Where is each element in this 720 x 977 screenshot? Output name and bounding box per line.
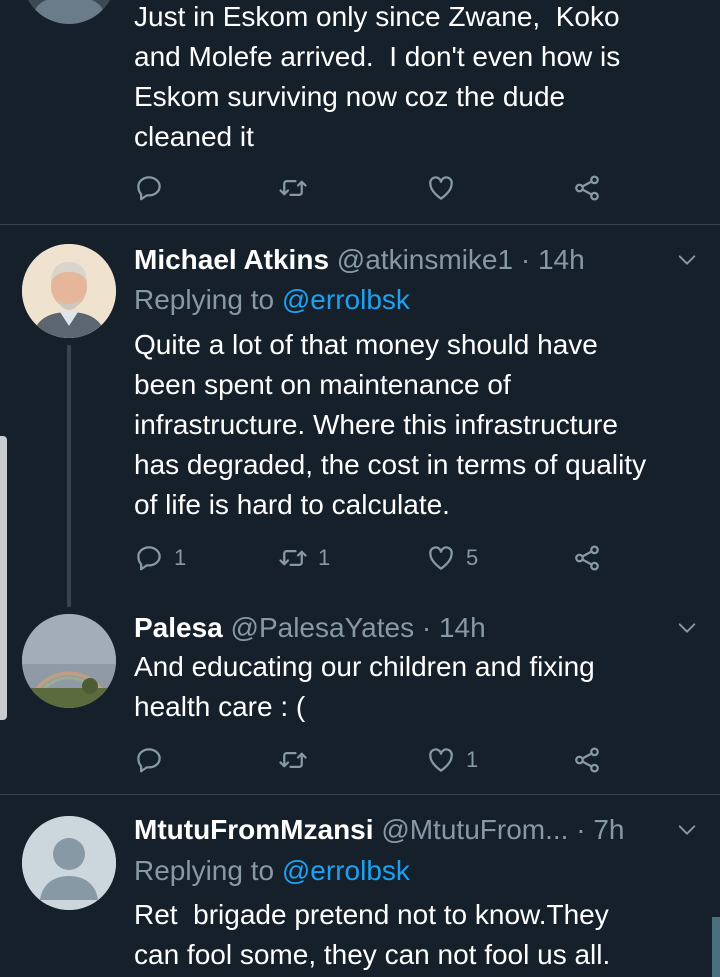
author-name[interactable]: MtutuFromMzansi xyxy=(134,814,374,845)
chevron-down-icon[interactable] xyxy=(676,617,698,639)
separator-dot: · xyxy=(520,244,531,275)
separator-dot: · xyxy=(421,612,432,643)
avatar[interactable] xyxy=(22,816,116,910)
replying-to: Replying to @errolbsk xyxy=(134,280,410,320)
tweet-actions: 1 xyxy=(0,740,720,780)
avatar[interactable] xyxy=(22,0,116,24)
reply-count: 1 xyxy=(174,545,187,570)
replying-mention[interactable]: @errolbsk xyxy=(282,284,410,315)
author-handle[interactable]: @atkinsmike1 xyxy=(337,244,513,275)
share-button[interactable] xyxy=(572,538,602,578)
heart-icon xyxy=(429,546,453,570)
chevron-down-icon[interactable] xyxy=(676,819,698,841)
author-handle[interactable]: @PalesaYates xyxy=(231,612,415,643)
scrollbar-edge xyxy=(712,917,720,977)
divider xyxy=(0,224,720,225)
reply-button[interactable] xyxy=(134,168,164,208)
like-button[interactable]: 5 xyxy=(426,538,478,578)
retweet-button[interactable] xyxy=(278,740,308,780)
timestamp[interactable]: 14h xyxy=(439,612,486,643)
retweet-icon xyxy=(279,180,307,196)
tweet-header: Palesa @PalesaYates · 14h xyxy=(134,608,486,648)
retweet-button[interactable] xyxy=(278,168,308,208)
avatar[interactable] xyxy=(22,244,116,338)
replying-mention[interactable]: @errolbsk xyxy=(282,855,410,886)
heart-icon xyxy=(429,176,453,200)
share-icon xyxy=(575,175,599,201)
author-handle[interactable]: @MtutuFrom... xyxy=(381,814,568,845)
tweet-michael-atkins[interactable]: Michael Atkins @atkinsmike1 · 14h Replyi… xyxy=(0,238,720,594)
author-name[interactable]: Michael Atkins xyxy=(134,244,329,275)
tweet-text: Ret brigade pretend not to know.They can… xyxy=(134,899,611,970)
retweet-icon xyxy=(279,550,307,566)
tweet-actions: 1 1 5 xyxy=(0,538,720,578)
separator-dot: · xyxy=(576,814,586,845)
tweet-text: And educating our children and fixing he… xyxy=(134,651,595,722)
reply-icon xyxy=(137,546,161,571)
timestamp[interactable]: 7h xyxy=(593,814,624,845)
retweet-button[interactable]: 1 xyxy=(278,538,330,578)
reply-button[interactable]: 1 xyxy=(134,538,186,578)
replying-to: Replying to @errolbsk xyxy=(134,851,410,891)
tweet-text: Just in Eskom only since Zwane, Koko and… xyxy=(134,1,621,152)
heart-icon xyxy=(429,748,453,772)
tweet-actions xyxy=(0,168,720,208)
chevron-down-icon[interactable] xyxy=(676,249,698,271)
avatar[interactable] xyxy=(22,614,116,708)
like-button[interactable] xyxy=(426,168,456,208)
like-count: 5 xyxy=(466,545,479,570)
share-icon xyxy=(575,545,599,571)
tweet-text: Quite a lot of that money should have be… xyxy=(134,329,647,520)
reply-icon xyxy=(137,748,161,773)
retweet-icon xyxy=(279,752,307,768)
divider xyxy=(0,794,720,795)
tweet-header: MtutuFromMzansi @MtutuFrom... · 7h xyxy=(134,810,624,850)
timestamp[interactable]: 14h xyxy=(538,244,585,275)
share-button[interactable] xyxy=(572,740,602,780)
like-count: 1 xyxy=(466,747,479,772)
retweet-count: 1 xyxy=(318,545,331,570)
tweet-header: Michael Atkins @atkinsmike1 · 14h xyxy=(134,240,585,280)
like-button[interactable]: 1 xyxy=(426,740,478,780)
reply-button[interactable] xyxy=(134,740,164,780)
share-button[interactable] xyxy=(572,168,602,208)
tweet-errol-partial[interactable]: Just in Eskom only since Zwane, Koko and… xyxy=(0,0,720,224)
author-name[interactable]: Palesa xyxy=(134,612,223,643)
reply-icon xyxy=(137,176,161,201)
replying-prefix: Replying to xyxy=(134,855,282,886)
tweet-mtutu[interactable]: MtutuFromMzansi @MtutuFrom... · 7h Reply… xyxy=(0,808,720,977)
replying-prefix: Replying to xyxy=(134,284,282,315)
tweet-palesa[interactable]: Palesa @PalesaYates · 14h And educating … xyxy=(0,606,720,794)
share-icon xyxy=(575,747,599,773)
